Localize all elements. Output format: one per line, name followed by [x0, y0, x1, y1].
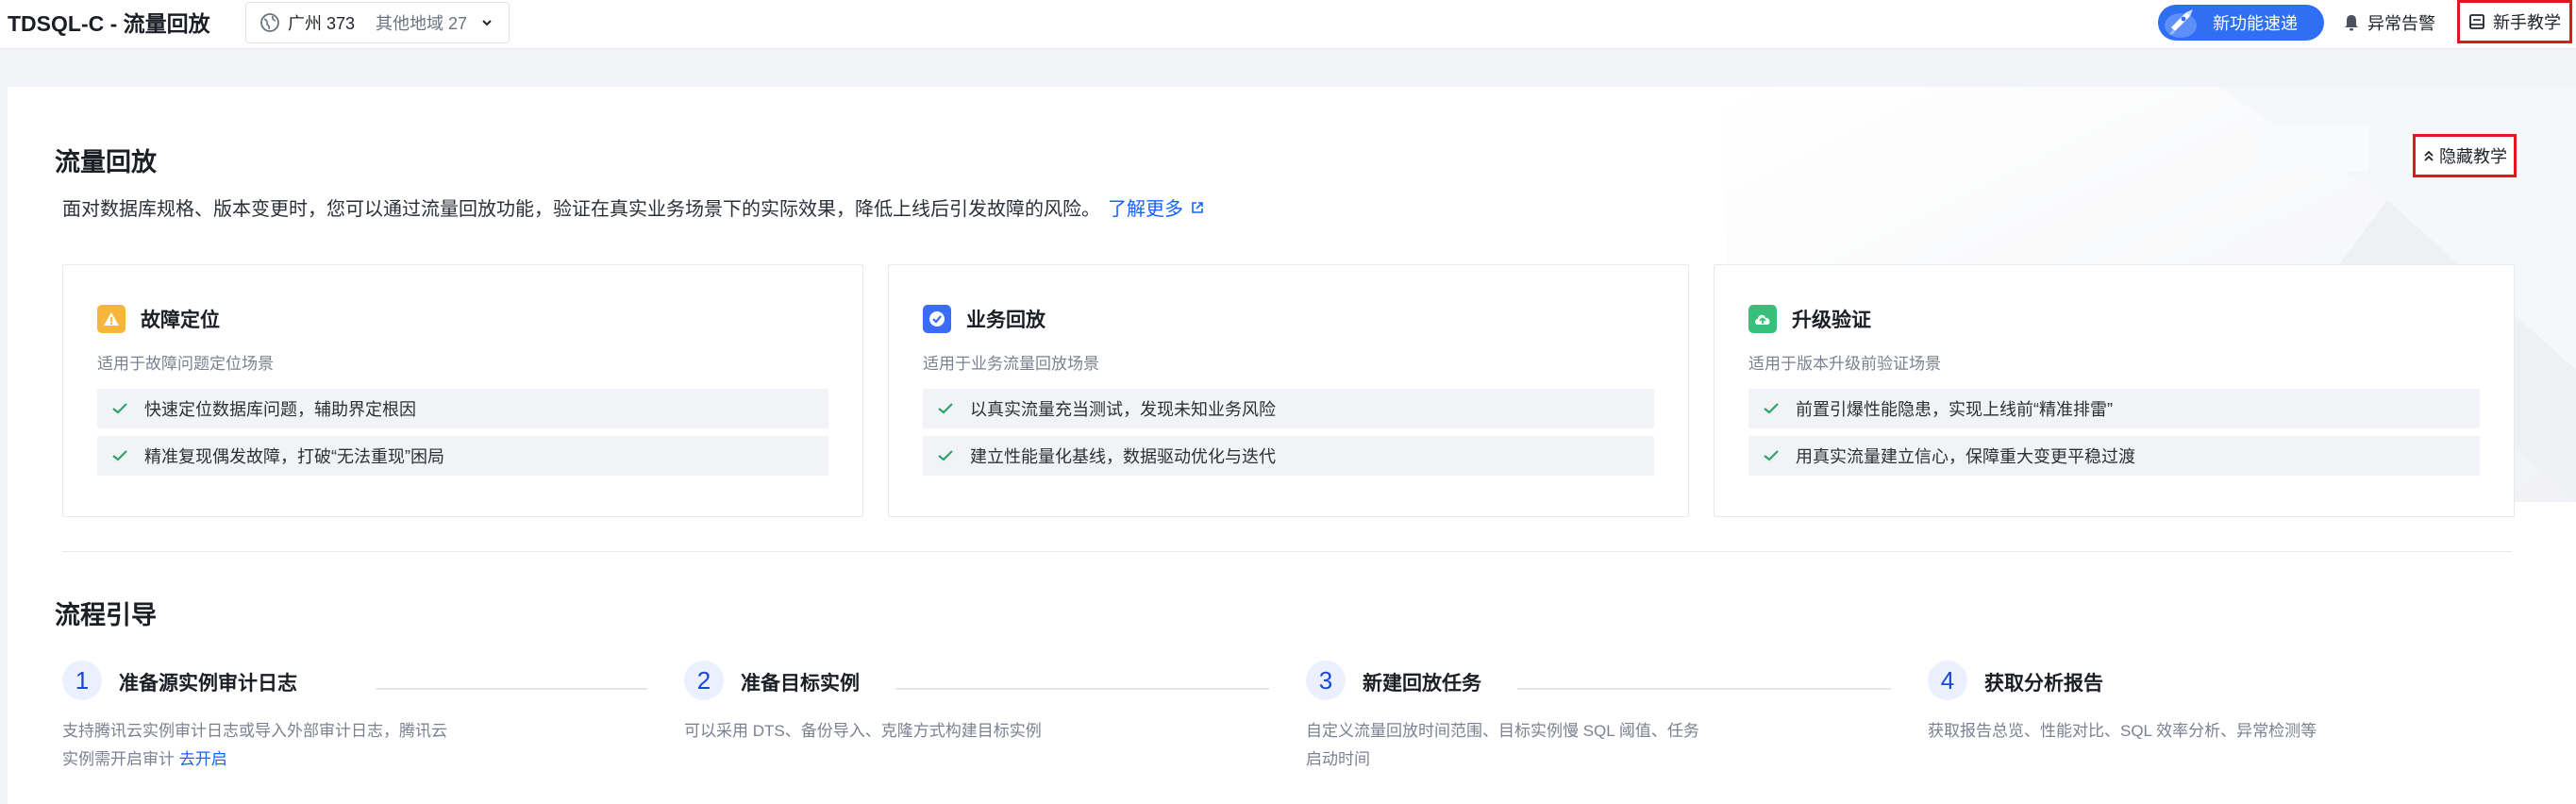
region-current: 广州 373 — [288, 14, 356, 33]
step-title: 准备目标实例 — [741, 673, 860, 695]
chevron-double-up-icon — [2424, 150, 2434, 161]
rocket-icon — [2165, 9, 2197, 38]
card-subtitle: 适用于故障问题定位场景 — [97, 355, 274, 373]
verified-icon — [923, 305, 951, 333]
alarm-button[interactable]: 异常告警 — [2343, 6, 2435, 40]
section-divider — [62, 551, 2512, 552]
card-subtitle: 适用于业务流量回放场景 — [923, 355, 1099, 373]
card-upgrade-validation: 升级验证 适用于版本升级前验证场景 前置引爆性能隐患，实现上线前“精准排雷” 用… — [1714, 264, 2515, 517]
card-header: 故障定位 — [97, 305, 828, 333]
card-item: 以真实流量充当测试，发现未知业务风险 — [923, 389, 1654, 428]
cloud-upload-icon — [1748, 305, 1777, 333]
card-item-text: 以真实流量充当测试，发现未知业务风险 — [970, 400, 1276, 419]
bell-icon — [2345, 15, 2358, 31]
warning-icon — [97, 305, 125, 333]
flow-title: 流程引导 — [55, 601, 157, 629]
tutorial-button[interactable]: 新手教学 — [2457, 0, 2572, 43]
card-item-text: 前置引爆性能隐患，实现上线前“精准排雷” — [1796, 400, 2113, 419]
region-selector[interactable]: 广州 373 其他地域 27 — [245, 2, 510, 43]
step-desc-text: 支持腾讯云实例审计日志或导入外部审计日志，腾讯云实例需开启审计 — [62, 722, 447, 768]
alarm-label: 异常告警 — [2367, 14, 2435, 33]
region-other: 其他地域 27 — [376, 14, 468, 33]
check-icon — [112, 403, 127, 414]
card-title: 故障定位 — [141, 310, 220, 331]
step-title: 获取分析报告 — [1984, 673, 2103, 695]
step-title: 新建回放任务 — [1363, 673, 1481, 695]
globe-icon — [260, 13, 279, 32]
card-header: 业务回放 — [923, 305, 1654, 333]
card-item: 用真实流量建立信心，保障重大变更平稳过渡 — [1748, 436, 2480, 476]
card-title: 业务回放 — [966, 310, 1045, 331]
step-number: 2 — [684, 661, 724, 700]
intro-text: 面对数据库规格、版本变更时，您可以通过流量回放功能，验证在真实业务场景下的实际效… — [62, 199, 1100, 220]
check-icon — [938, 450, 953, 461]
card-item: 建立性能量化基线，数据驱动优化与迭代 — [923, 436, 1654, 476]
learn-more-label: 了解更多 — [1108, 199, 1183, 220]
card-fault-location: 故障定位 适用于故障问题定位场景 快速定位数据库问题，辅助界定根因 精准复现偶发… — [62, 264, 863, 517]
card-item: 快速定位数据库问题，辅助界定根因 — [97, 389, 828, 428]
learn-more-link[interactable]: 了解更多 — [1108, 193, 1204, 221]
intro-description: 面对数据库规格、版本变更时，您可以通过流量回放功能，验证在真实业务场景下的实际效… — [62, 193, 1204, 221]
card-business-replay: 业务回放 适用于业务流量回放场景 以真实流量充当测试，发现未知业务风险 建立性能… — [888, 264, 1689, 517]
step-description: 可以采用 DTS、备份导入、克隆方式构建目标实例 — [684, 722, 1042, 740]
step-connector — [376, 688, 647, 690]
card-subtitle: 适用于版本升级前验证场景 — [1748, 355, 1941, 373]
check-icon — [112, 450, 127, 461]
new-features-button[interactable]: 新功能速递 — [2158, 5, 2324, 41]
intro-title: 流量回放 — [55, 148, 157, 176]
check-icon — [1764, 403, 1779, 414]
card-item: 精准复现偶发故障，打破“无法重现”困局 — [97, 436, 828, 476]
card-title: 升级验证 — [1792, 310, 1871, 331]
chevron-down-icon — [482, 20, 492, 26]
flow-steps: 1 准备源实例审计日志 支持腾讯云实例审计日志或导入外部审计日志，腾讯云实例需开… — [62, 661, 2512, 793]
tutorial-label: 新手教学 — [2493, 13, 2561, 32]
top-bar: TDSQL-C - 流量回放 广州 373 其他地域 27 新功能速递 异常告警 — [0, 0, 2576, 49]
card-item-text: 精准复现偶发故障，打破“无法重现”困局 — [144, 447, 444, 466]
check-icon — [938, 403, 953, 414]
hide-tutorial-label: 隐藏教学 — [2439, 147, 2507, 166]
app-title: TDSQL-C - 流量回放 — [8, 11, 210, 36]
step-number: 3 — [1306, 661, 1346, 700]
card-header: 升级验证 — [1748, 305, 2480, 333]
hide-tutorial-button[interactable]: 隐藏教学 — [2413, 134, 2517, 177]
card-item-text: 建立性能量化基线，数据驱动优化与迭代 — [970, 447, 1276, 466]
card-item-text: 快速定位数据库问题，辅助界定根因 — [144, 400, 416, 419]
step-number: 1 — [62, 661, 102, 700]
enable-audit-link[interactable]: 去开启 — [179, 750, 227, 768]
step-description: 获取报告总览、性能对比、SQL 效率分析、异常检测等 — [1928, 722, 2317, 740]
card-item: 前置引爆性能隐患，实现上线前“精准排雷” — [1748, 389, 2480, 428]
new-features-label: 新功能速递 — [2213, 14, 2298, 33]
external-link-icon — [1192, 201, 1203, 213]
card-item-text: 用真实流量建立信心，保障重大变更平稳过渡 — [1796, 447, 2135, 466]
step-description: 支持腾讯云实例审计日志或导入外部审计日志，腾讯云实例需开启审计 去开启 — [62, 717, 459, 774]
scenario-cards: 故障定位 适用于故障问题定位场景 快速定位数据库问题，辅助界定根因 精准复现偶发… — [62, 264, 2515, 517]
check-icon — [1764, 450, 1779, 461]
step-connector — [895, 688, 1269, 690]
step-description: 自定义流量回放时间范围、目标实例慢 SQL 阈值、任务启动时间 — [1306, 722, 1699, 768]
step-title: 准备源实例审计日志 — [119, 673, 297, 695]
step-connector — [1517, 688, 1891, 690]
step-number: 4 — [1928, 661, 1967, 700]
book-icon — [2469, 14, 2484, 29]
